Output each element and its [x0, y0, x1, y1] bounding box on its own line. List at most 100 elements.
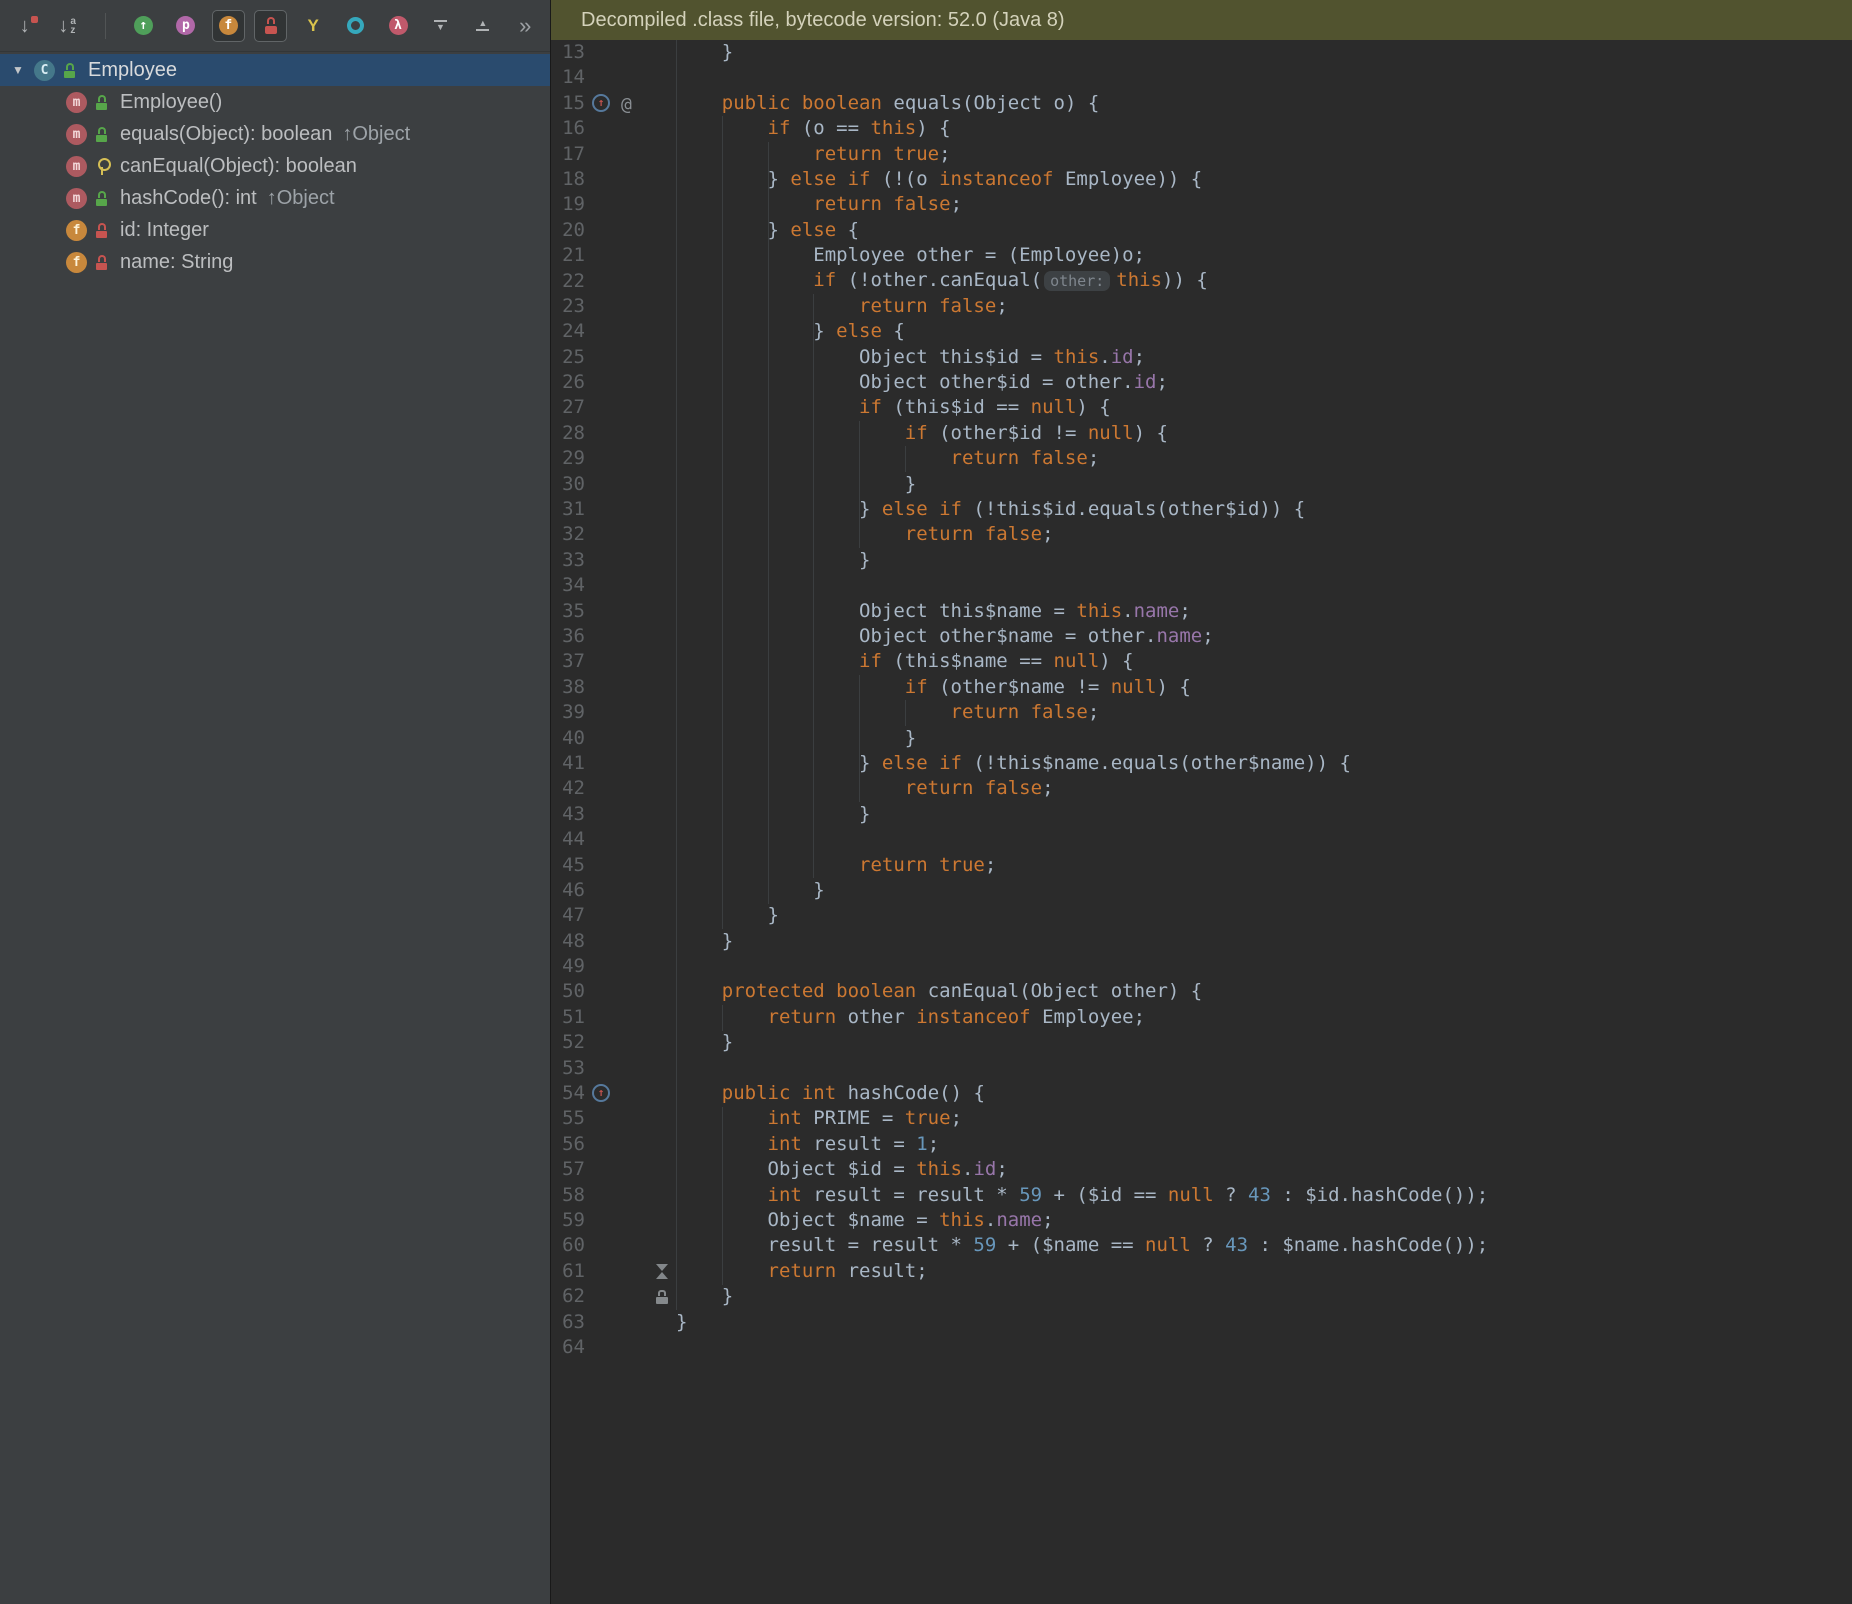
structure-item-hashcode[interactable]: mhashCode(): int↑Object [0, 182, 550, 214]
code-text[interactable]: } [676, 548, 870, 573]
code-text[interactable]: if (o == this) { [676, 116, 951, 141]
line-number[interactable]: 22 [551, 269, 585, 294]
show-lambdas-button[interactable]: λ [381, 10, 414, 42]
line-number[interactable]: 59 [551, 1208, 585, 1233]
code-text[interactable]: } [676, 726, 916, 751]
line-number[interactable]: 17 [551, 142, 585, 167]
line-number[interactable]: 44 [551, 827, 585, 852]
code-text[interactable]: Object this$id = this.id; [676, 345, 1145, 370]
code-text[interactable]: } else if (!(o instanceof Employee)) { [676, 167, 1202, 192]
line-number[interactable]: 48 [551, 929, 585, 954]
code-text[interactable]: } else { [676, 319, 905, 344]
code-text[interactable]: } [676, 1310, 687, 1335]
line-number[interactable]: 50 [551, 979, 585, 1004]
line-number[interactable]: 62 [551, 1284, 585, 1309]
expand-all-button[interactable]: ▼ [424, 10, 457, 42]
line-number[interactable]: 47 [551, 903, 585, 928]
code-text[interactable]: } else if (!this$name.equals(other$name)… [676, 751, 1351, 776]
code-text[interactable]: } [676, 1030, 733, 1055]
parameter-hint-inlay[interactable]: other: [1044, 271, 1110, 291]
code-text[interactable]: } [676, 40, 733, 65]
line-number[interactable]: 37 [551, 649, 585, 674]
line-number[interactable]: 61 [551, 1259, 585, 1284]
code-text[interactable]: public int hashCode() { [676, 1081, 985, 1106]
sort-alphabetically-button[interactable]: ↓az [50, 10, 83, 42]
line-number[interactable]: 32 [551, 522, 585, 547]
code-text[interactable]: int result = 1; [676, 1132, 939, 1157]
code-text[interactable]: Object $name = this.name; [676, 1208, 1054, 1233]
code-text[interactable]: protected boolean canEqual(Object other)… [676, 979, 1202, 1004]
line-number[interactable]: 53 [551, 1056, 585, 1081]
line-number[interactable]: 30 [551, 472, 585, 497]
show-fields-button[interactable]: f [212, 10, 245, 42]
line-number[interactable]: 54 [551, 1081, 585, 1106]
line-number[interactable]: 49 [551, 954, 585, 979]
code-text[interactable]: } [676, 1284, 733, 1309]
structure-item-employee-class[interactable]: ▼CEmployee [0, 54, 550, 86]
line-number[interactable]: 23 [551, 294, 585, 319]
line-number[interactable]: 14 [551, 65, 585, 90]
structure-item-id[interactable]: fid: Integer [0, 214, 550, 246]
line-number[interactable]: 25 [551, 345, 585, 370]
expand-arrow-icon[interactable]: ▼ [12, 63, 34, 77]
code-text[interactable]: } [676, 903, 779, 928]
code-text[interactable]: return false; [676, 522, 1054, 547]
code-text[interactable]: return false; [676, 446, 1099, 471]
code-area[interactable]: 13 }1415↑@ public boolean equals(Object … [551, 40, 1852, 1360]
code-text[interactable]: Employee other = (Employee)o; [676, 243, 1145, 268]
sort-by-visibility-button[interactable]: ↓ [8, 10, 41, 42]
more-actions-button[interactable]: » [509, 10, 542, 42]
line-number[interactable]: 19 [551, 192, 585, 217]
code-text[interactable]: } [676, 472, 916, 497]
code-text[interactable]: if (this$name == null) { [676, 649, 1134, 674]
line-number[interactable]: 13 [551, 40, 585, 65]
code-text[interactable]: return false; [676, 776, 1054, 801]
structure-item-equals[interactable]: mequals(Object): boolean↑Object [0, 118, 550, 150]
override-marker-icon[interactable]: ↑ [592, 1084, 610, 1102]
line-number[interactable]: 18 [551, 167, 585, 192]
line-number[interactable]: 58 [551, 1183, 585, 1208]
line-number[interactable]: 39 [551, 700, 585, 725]
line-number[interactable]: 51 [551, 1005, 585, 1030]
line-number[interactable]: 20 [551, 218, 585, 243]
code-text[interactable]: return result; [676, 1259, 928, 1284]
line-number[interactable]: 24 [551, 319, 585, 344]
line-number[interactable]: 64 [551, 1335, 585, 1360]
line-number[interactable]: 40 [551, 726, 585, 751]
line-number[interactable]: 21 [551, 243, 585, 268]
line-number[interactable]: 33 [551, 548, 585, 573]
line-number[interactable]: 41 [551, 751, 585, 776]
code-text[interactable]: public boolean equals(Object o) { [676, 91, 1099, 116]
code-text[interactable]: } [676, 878, 825, 903]
code-text[interactable]: if (other$id != null) { [676, 421, 1168, 446]
line-number[interactable]: 60 [551, 1233, 585, 1258]
code-text[interactable]: Object other$name = other.name; [676, 624, 1214, 649]
line-number[interactable]: 38 [551, 675, 585, 700]
show-properties-button[interactable]: p [169, 10, 202, 42]
show-interfaces-button[interactable] [339, 10, 372, 42]
line-number[interactable]: 46 [551, 878, 585, 903]
line-number[interactable]: 26 [551, 370, 585, 395]
line-number[interactable]: 56 [551, 1132, 585, 1157]
line-number[interactable]: 45 [551, 853, 585, 878]
structure-item-canequal[interactable]: mcanEqual(Object): boolean [0, 150, 550, 182]
code-text[interactable]: Object $id = this.id; [676, 1157, 1008, 1182]
line-number[interactable]: 52 [551, 1030, 585, 1055]
override-marker-icon[interactable]: ↑ [592, 94, 610, 112]
line-number[interactable]: 15 [551, 91, 585, 116]
show-inherited-button[interactable]: ↑ [127, 10, 160, 42]
line-number[interactable]: 28 [551, 421, 585, 446]
structure-item-constructor[interactable]: mEmployee() [0, 86, 550, 118]
collapse-all-button[interactable]: ▲ [466, 10, 499, 42]
line-number[interactable]: 63 [551, 1310, 585, 1335]
code-text[interactable]: return false; [676, 700, 1099, 725]
line-number[interactable]: 35 [551, 599, 585, 624]
code-text[interactable]: if (!other.canEqual(other:this)) { [676, 268, 1208, 294]
code-text[interactable]: int PRIME = true; [676, 1106, 962, 1131]
code-text[interactable]: result = result * 59 + ($name == null ? … [676, 1233, 1488, 1258]
code-text[interactable]: } [676, 802, 870, 827]
group-by-defining-type-button[interactable]: Y [296, 10, 329, 42]
line-number[interactable]: 55 [551, 1106, 585, 1131]
line-number[interactable]: 57 [551, 1157, 585, 1182]
code-text[interactable]: if (this$id == null) { [676, 395, 1111, 420]
